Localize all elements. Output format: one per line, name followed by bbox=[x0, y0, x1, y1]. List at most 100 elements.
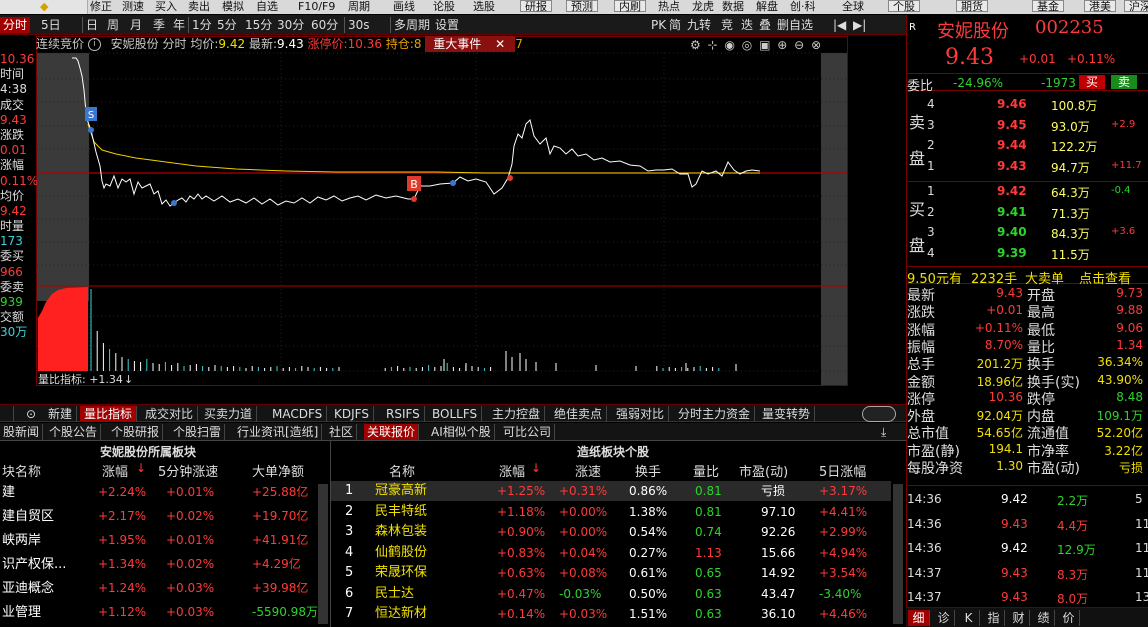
panel-tab[interactable]: 财 bbox=[1008, 610, 1030, 626]
table-row[interactable]: 亚迪概念 +1.24% +0.03% +39.98亿 bbox=[0, 577, 318, 601]
toolbar-item[interactable]: 月 bbox=[127, 17, 145, 33]
table-row[interactable]: 1 冠豪高新 +1.25% +0.31% 0.86% 0.81 亏损 +3.17% bbox=[331, 481, 891, 501]
book-row[interactable]: 4 9.39 11.5万 bbox=[907, 244, 1148, 264]
info-tab[interactable]: 行业资讯[造纸] bbox=[234, 424, 323, 440]
info-tab[interactable]: 可比公司 bbox=[500, 424, 556, 440]
menu-item[interactable]: 内刷 bbox=[614, 0, 646, 13]
table-row[interactable]: 4 仙鹤股份 +0.83% +0.04% 0.27% 1.13 15.66 +4.94% bbox=[331, 543, 891, 563]
indicator-tab[interactable]: 主力控盘 bbox=[488, 406, 546, 422]
indicator-tab[interactable]: 新建 bbox=[44, 406, 78, 422]
menu-item[interactable]: 数据 bbox=[722, 0, 744, 14]
price-chart[interactable]: S B 9.98%7.99%6.00%4.02%2.03%0.00%2.03%4… bbox=[36, 36, 848, 386]
toolbar-item[interactable]: 60分 bbox=[308, 17, 341, 33]
toolbar-item[interactable]: 30分 bbox=[274, 17, 307, 33]
menu-item[interactable]: 港美 bbox=[1084, 0, 1116, 13]
info-tab[interactable]: 关联报价 bbox=[364, 424, 420, 440]
book-row[interactable]: 1 9.43 94.7万 +11.7 bbox=[907, 157, 1148, 177]
toolbar-right-item[interactable]: 九转 bbox=[684, 17, 714, 33]
table-row[interactable]: 7 恒达新材 +0.14% +0.03% 1.51% 0.63 36.10 +4.46% bbox=[331, 604, 891, 624]
book-row[interactable]: 1 9.42 64.3万 -0.4 bbox=[907, 182, 1148, 202]
info-tab[interactable]: AI相似个股 bbox=[428, 424, 495, 440]
indicator-tab[interactable]: BOLLFS bbox=[428, 406, 483, 422]
sector-col-header[interactable]: 大单净额 bbox=[252, 461, 304, 480]
stock-col-header[interactable]: 5日涨幅 bbox=[819, 461, 866, 480]
sector-col-header[interactable]: 块名称 bbox=[2, 461, 41, 480]
sort-down-icon[interactable]: ↓ bbox=[136, 461, 146, 475]
menu-item[interactable]: 修正 bbox=[90, 0, 112, 14]
nav-back[interactable]: ◆ bbox=[0, 0, 88, 14]
toolbar-right-item[interactable]: 竞 bbox=[718, 17, 736, 33]
sector-scrollbar[interactable] bbox=[318, 484, 328, 624]
toolbar-item[interactable]: 年 bbox=[170, 17, 188, 33]
indicator-tab[interactable]: 强弱对比 bbox=[612, 406, 670, 422]
toolbar-item[interactable]: 多周期 bbox=[390, 17, 433, 33]
toolbar-right-item[interactable]: 迭 bbox=[738, 17, 756, 33]
table-row[interactable]: 建自贸区 +2.17% +0.02% +19.70亿 bbox=[0, 505, 318, 529]
book-row[interactable]: 3 9.45 93.0万 +2.9 bbox=[907, 116, 1148, 136]
table-row[interactable]: 5 荣晟环保 +0.63% +0.08% 0.61% 0.65 14.92 +3.54% bbox=[331, 563, 891, 583]
table-row[interactable]: 业管理 +1.12% +0.03% -5590.98万 bbox=[0, 601, 318, 625]
panel-tab[interactable]: 绩 bbox=[1033, 610, 1055, 626]
menu-item[interactable]: 卖出 bbox=[188, 0, 210, 14]
indicator-tab[interactable]: 买卖力道 bbox=[200, 406, 258, 422]
panel-tab[interactable]: 价 bbox=[1058, 610, 1080, 626]
indicator-tab[interactable]: 量变转势 bbox=[758, 406, 816, 422]
book-row[interactable]: 4 9.46 100.8万 bbox=[907, 95, 1148, 115]
info-tab[interactable]: 个股研报 bbox=[108, 424, 164, 440]
menu-item[interactable]: 龙虎 bbox=[692, 0, 714, 14]
table-row[interactable]: 6 民士达 +0.47% -0.03% 0.50% 0.63 43.47 -3.40% bbox=[331, 584, 891, 604]
table-row[interactable]: 建 +2.24% +0.01% +25.88亿 bbox=[0, 481, 318, 505]
sort-down-icon[interactable]: ↓ bbox=[531, 461, 541, 475]
toolbar-item[interactable]: 日 bbox=[82, 17, 101, 33]
menu-item[interactable]: 论股 bbox=[433, 0, 455, 14]
toolbar-right-item[interactable]: 简 bbox=[666, 17, 684, 33]
info-tab[interactable]: 社区 bbox=[326, 424, 358, 440]
toolbar-right-item[interactable]: 叠 bbox=[756, 17, 774, 33]
sector-col-header[interactable]: 5分钟涨速 bbox=[158, 461, 218, 480]
sell-button[interactable]: 卖 bbox=[1111, 75, 1137, 89]
menu-item[interactable]: 买入 bbox=[155, 0, 177, 14]
menu-item[interactable]: 模拟 bbox=[222, 0, 244, 14]
menu-item[interactable]: 自选 bbox=[256, 0, 278, 14]
indicator-tab[interactable]: 成交对比 bbox=[141, 406, 199, 422]
toolbar-item[interactable]: 分时 bbox=[0, 17, 31, 33]
menu-item[interactable]: F10/F9 bbox=[298, 0, 335, 14]
toggle-switch[interactable] bbox=[862, 406, 896, 422]
panel-tab[interactable]: K bbox=[958, 610, 980, 626]
indicator-tab[interactable]: KDJFS bbox=[330, 406, 374, 422]
menu-item[interactable]: 选股 bbox=[473, 0, 495, 14]
menu-item[interactable]: 解盘 bbox=[756, 0, 778, 14]
toolbar-right-item[interactable]: ▶| bbox=[850, 17, 869, 33]
panel-tab[interactable]: 诊 bbox=[933, 610, 955, 626]
gamepad-icon[interactable]: ⊙ bbox=[22, 406, 40, 422]
stock-col-header[interactable]: 换手 bbox=[635, 461, 661, 480]
menu-item[interactable]: 全球 bbox=[842, 0, 864, 14]
big-order-row[interactable]: 9.50元有 2232手 大卖单 点击查看 bbox=[907, 266, 1148, 287]
menu-item[interactable]: 沪深 bbox=[1124, 0, 1148, 13]
toolbar-item[interactable]: 15分 bbox=[242, 17, 275, 33]
toolbar-item[interactable]: 5分 bbox=[214, 17, 240, 33]
toolbar-right-item[interactable]: 删自选 bbox=[774, 17, 816, 33]
menu-item[interactable]: 预测 bbox=[566, 0, 598, 13]
table-row[interactable]: 峡两岸 +1.95% +0.01% +41.91亿 bbox=[0, 529, 318, 553]
buy-button[interactable]: 买 bbox=[1079, 75, 1105, 89]
menu-item[interactable]: 创·科 bbox=[790, 0, 816, 14]
book-row[interactable]: 2 9.41 71.3万 bbox=[907, 203, 1148, 223]
panel-tab[interactable]: 细 bbox=[908, 610, 930, 626]
table-row[interactable]: 2 民丰特纸 +1.18% +0.00% 1.38% 0.81 97.10 +4.41% bbox=[331, 502, 891, 522]
indicator-tab[interactable]: 量比指标 bbox=[80, 406, 138, 422]
stock-col-header[interactable]: 市盈(动) bbox=[739, 461, 788, 480]
menu-item[interactable]: 基金 bbox=[1032, 0, 1064, 13]
book-row[interactable]: 2 9.44 122.2万 bbox=[907, 136, 1148, 156]
indicator-tab[interactable]: MACDFS bbox=[268, 406, 328, 422]
info-tab[interactable]: 个股扫雷 bbox=[170, 424, 226, 440]
indicator-tab[interactable]: 绝佳卖点 bbox=[550, 406, 608, 422]
panel-tab[interactable]: 指 bbox=[983, 610, 1005, 626]
menu-item[interactable]: 期货 bbox=[956, 0, 988, 13]
book-row[interactable]: 3 9.40 84.3万 +3.6 bbox=[907, 223, 1148, 243]
info-tab[interactable]: 股新闻 bbox=[0, 424, 44, 440]
menu-item[interactable]: 画线 bbox=[393, 0, 415, 14]
stock-col-header[interactable]: 涨速 bbox=[575, 461, 601, 480]
table-row[interactable]: 3 森林包装 +0.90% +0.00% 0.54% 0.74 92.26 +2.99% bbox=[331, 522, 891, 542]
home-arrow-icon[interactable]: ◆ bbox=[40, 0, 48, 13]
